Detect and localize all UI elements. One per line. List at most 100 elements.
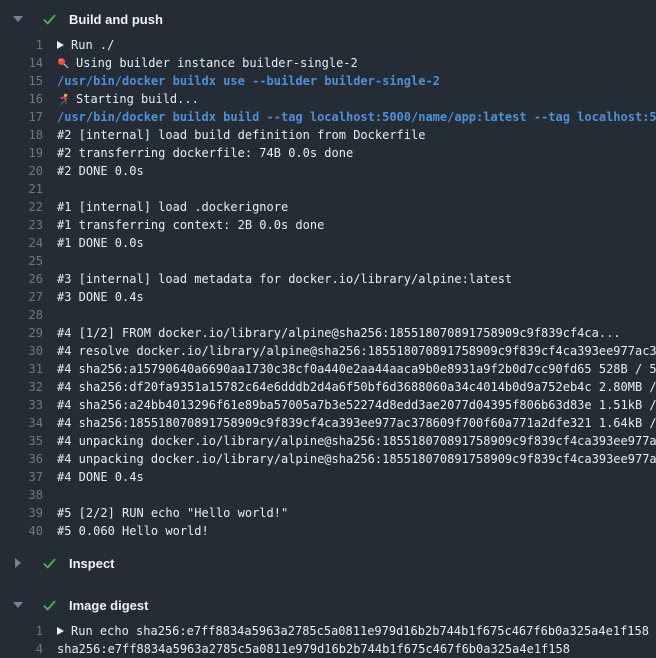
log-line: 1 Run ./ <box>0 36 656 54</box>
line-number-link[interactable]: 19 <box>0 144 43 162</box>
log-line-body: #4 sha256:a15790640a6690aa1730c38cf0a440… <box>43 360 656 378</box>
log-line: 1 Run echo sha256:e7ff8834a5963a2785c5a0… <box>0 622 656 640</box>
expand-group-chevron-icon[interactable] <box>57 627 64 635</box>
log-section: Build and push 1 Run ./ <box>0 6 656 550</box>
line-number-link[interactable]: 28 <box>0 306 43 324</box>
line-number-link[interactable]: 24 <box>0 234 43 252</box>
log-line-body: #2 transferring dockerfile: 74B 0.0s don… <box>43 144 656 162</box>
log-line: 4 sha256:e7ff8834a5963a2785c5a0811e979d1… <box>0 640 656 658</box>
log-line: 25 <box>0 252 656 270</box>
log-text: #3 DONE 0.4s <box>57 288 144 306</box>
line-number-link[interactable]: 25 <box>0 252 43 270</box>
line-number-link[interactable]: 37 <box>0 468 43 486</box>
log-line-body <box>43 306 656 324</box>
step-header[interactable]: Inspect <box>0 550 656 576</box>
log-line-body: #2 DONE 0.0s <box>43 162 656 180</box>
line-number-link[interactable]: 31 <box>0 360 43 378</box>
line-number-link[interactable]: 4 <box>0 640 43 658</box>
log-line-body: #4 [1/2] FROM docker.io/library/alpine@s… <box>43 324 656 342</box>
line-number-link[interactable]: 1 <box>0 622 43 640</box>
log-text: #5 [2/2] RUN echo "Hello world!" <box>57 504 288 522</box>
log-line: 38 <box>0 486 656 504</box>
step-header[interactable]: Image digest <box>0 592 656 618</box>
line-number-link[interactable]: 34 <box>0 414 43 432</box>
log-text: #4 [1/2] FROM docker.io/library/alpine@s… <box>57 324 621 342</box>
log-line-body: Using builder instance builder-single-2 <box>43 54 656 72</box>
log-line-body <box>43 180 656 198</box>
log-line-body: #2 [internal] load build definition from… <box>43 126 656 144</box>
line-number-link[interactable]: 26 <box>0 270 43 288</box>
log-line-body: #5 0.060 Hello world! <box>43 522 656 540</box>
log-line-body: /usr/bin/docker buildx build --tag local… <box>43 108 656 126</box>
log-text: /usr/bin/docker buildx use --builder bui… <box>57 72 440 90</box>
log-text: #3 [internal] load metadata for docker.i… <box>57 270 512 288</box>
log-line: 23 #1 transferring context: 2B 0.0s done <box>0 216 656 234</box>
log-line-body: #3 [internal] load metadata for docker.i… <box>43 270 656 288</box>
runner-icon <box>57 93 70 106</box>
log-line-body: #5 [2/2] RUN echo "Hello world!" <box>43 504 656 522</box>
log-line-body: #4 resolve docker.io/library/alpine@sha2… <box>43 342 656 360</box>
log-line: 17 /usr/bin/docker buildx build --tag lo… <box>0 108 656 126</box>
log-text: #4 unpacking docker.io/library/alpine@sh… <box>57 450 656 468</box>
line-number-link[interactable]: 35 <box>0 432 43 450</box>
line-number-link[interactable]: 29 <box>0 324 43 342</box>
log-line-body: sha256:e7ff8834a5963a2785c5a0811e979d16b… <box>43 640 656 658</box>
success-check-icon <box>42 598 57 613</box>
disclosure-triangle-icon[interactable] <box>13 602 23 608</box>
step-header[interactable]: Build and push <box>0 6 656 32</box>
line-number-link[interactable]: 20 <box>0 162 43 180</box>
log-line: 20 #2 DONE 0.0s <box>0 162 656 180</box>
log-line: 32 #4 sha256:df20fa9351a15782c64e6dddb2d… <box>0 378 656 396</box>
log-text: #1 [internal] load .dockerignore <box>57 198 288 216</box>
log-text: Run echo sha256:e7ff8834a5963a2785c5a081… <box>71 622 649 640</box>
log-line-body <box>43 486 656 504</box>
log-text: Using builder instance builder-single-2 <box>76 54 358 72</box>
step-title: Build and push <box>69 12 163 27</box>
disclosure-triangle-icon[interactable] <box>15 558 21 568</box>
log-text: Run ./ <box>71 36 114 54</box>
line-number-link[interactable]: 32 <box>0 378 43 396</box>
log-line: 15 /usr/bin/docker buildx use --builder … <box>0 72 656 90</box>
log-line-body: #1 DONE 0.0s <box>43 234 656 252</box>
line-number-link[interactable]: 36 <box>0 450 43 468</box>
line-number-link[interactable]: 30 <box>0 342 43 360</box>
log-line-body: #4 sha256:185518070891758909c9f839cf4ca3… <box>43 414 656 432</box>
step-title: Inspect <box>69 556 115 571</box>
log-text: #4 DONE 0.4s <box>57 468 144 486</box>
line-number-link[interactable]: 40 <box>0 522 43 540</box>
line-number-link[interactable]: 33 <box>0 396 43 414</box>
log-text: #4 sha256:a15790640a6690aa1730c38cf0a440… <box>57 360 656 378</box>
log-text: #4 sha256:185518070891758909c9f839cf4ca3… <box>57 414 656 432</box>
log-section: Image digest 1 Run echo sha256:e7ff <box>0 592 656 658</box>
log-text: #1 DONE 0.0s <box>57 234 144 252</box>
line-number-link[interactable]: 1 <box>0 36 43 54</box>
step-log-body: 1 Run ./ 14 <box>0 32 656 550</box>
line-number-link[interactable]: 22 <box>0 198 43 216</box>
log-line: 30 #4 resolve docker.io/library/alpine@s… <box>0 342 656 360</box>
log-text: #5 0.060 Hello world! <box>57 522 209 540</box>
line-number-link[interactable]: 39 <box>0 504 43 522</box>
log-text: /usr/bin/docker buildx build --tag local… <box>57 108 656 126</box>
log-line: 27 #3 DONE 0.4s <box>0 288 656 306</box>
log-line: 39 #5 [2/2] RUN echo "Hello world!" <box>0 504 656 522</box>
line-number-link[interactable]: 16 <box>0 90 43 108</box>
log-line: 28 <box>0 306 656 324</box>
line-number-link[interactable]: 27 <box>0 288 43 306</box>
log-text: #4 sha256:df20fa9351a15782c64e6dddb2d4a6… <box>57 378 656 396</box>
line-number-link[interactable]: 17 <box>0 108 43 126</box>
expand-group-chevron-icon[interactable] <box>57 41 64 49</box>
line-number-link[interactable]: 23 <box>0 216 43 234</box>
log-line: 22 #1 [internal] load .dockerignore <box>0 198 656 216</box>
line-number-link[interactable]: 21 <box>0 180 43 198</box>
line-number-link[interactable]: 15 <box>0 72 43 90</box>
log-line: 33 #4 sha256:a24bb4013296f61e89ba57005a7… <box>0 396 656 414</box>
disclosure-triangle-icon[interactable] <box>13 16 23 22</box>
line-number-link[interactable]: 18 <box>0 126 43 144</box>
log-line: 36 #4 unpacking docker.io/library/alpine… <box>0 450 656 468</box>
log-text: #1 transferring context: 2B 0.0s done <box>57 216 324 234</box>
line-number-link[interactable]: 14 <box>0 54 43 72</box>
line-number-link[interactable]: 38 <box>0 486 43 504</box>
log-line: 14 Using builder instance builder-single… <box>0 54 656 72</box>
log-text: Starting build... <box>76 90 199 108</box>
log-line-body <box>43 252 656 270</box>
